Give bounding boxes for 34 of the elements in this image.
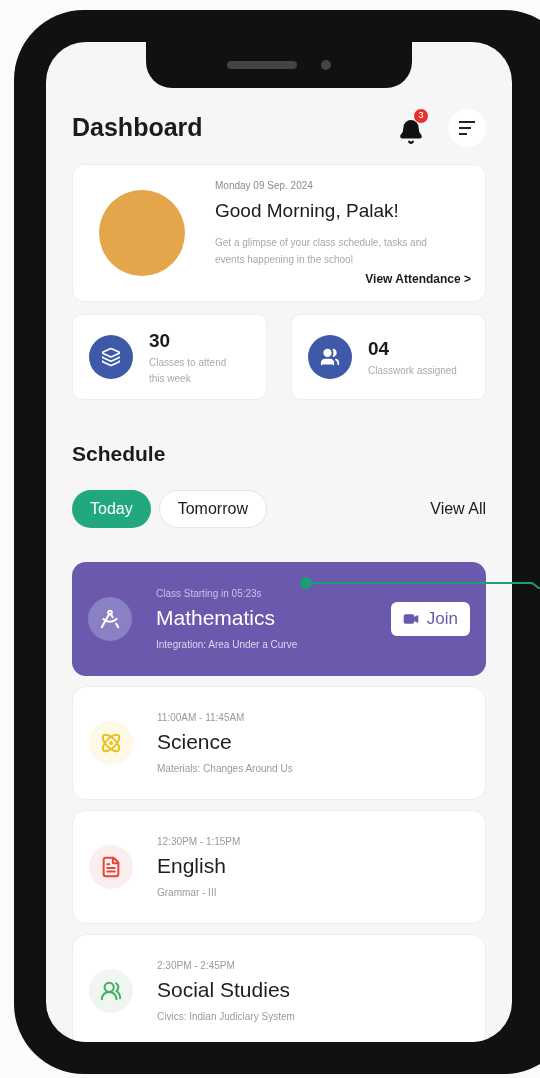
class-time: 2:30PM - 2:45PM <box>157 958 236 973</box>
class-time: Class Starting in 05:23s <box>156 586 263 601</box>
stat-label: Classes to attend this week <box>149 356 228 387</box>
class-topic: Integration: Area Under a Curve <box>156 637 299 652</box>
class-time: 12:30PM - 1:15PM <box>157 834 242 849</box>
page-title: Dashboard <box>72 112 203 144</box>
notification-button[interactable]: 3 <box>396 111 426 145</box>
group-icon <box>320 347 340 367</box>
class-name: Mathematics <box>156 604 277 631</box>
class-card[interactable]: 12:30PM - 1:15PM English Grammar - III <box>72 809 486 924</box>
view-attendance-link[interactable]: View Attendance > <box>365 269 471 288</box>
date-text: Monday 09 Sep. 2024 <box>215 179 314 194</box>
join-button[interactable]: Join <box>390 601 470 636</box>
menu-button[interactable] <box>448 109 486 147</box>
view-all-link[interactable]: View All <box>430 496 486 521</box>
stat-label: Classwork assigned <box>368 364 458 379</box>
class-topic: Materials: Changes Around Us <box>157 761 294 776</box>
live-class-card[interactable]: Class Starting in 05:23s Mathematics Integration: Area Under a Curve Join <box>72 561 486 676</box>
stat-value: 30 <box>149 328 172 353</box>
class-name: Social Studies <box>157 976 292 1003</box>
class-topic: Grammar - III <box>157 885 218 900</box>
class-name: English <box>157 852 227 879</box>
layers-icon <box>101 347 121 367</box>
section-title: Schedule <box>72 441 167 467</box>
day-tab[interactable]: Tomorrow <box>158 489 267 528</box>
class-topic: Civics: Indian Judiciary System <box>157 1009 296 1024</box>
class-time: 11:00AM - 11:45AM <box>157 710 246 725</box>
greeting-description: Get a glimpse of your class schedule, tasks and events happening in the school <box>215 235 428 267</box>
stat-value: 04 <box>368 336 391 361</box>
greeting-title: Good Morning, Palak! <box>215 199 400 224</box>
class-name: Science <box>157 728 233 755</box>
class-card[interactable]: 2:30PM - 2:45PM Social Studies Civics: Indian Judiciary System <box>72 933 486 1042</box>
class-card[interactable]: 11:00AM - 11:45AM Science Materials: Changes Around Us <box>72 685 486 800</box>
bell-icon <box>398 119 424 145</box>
